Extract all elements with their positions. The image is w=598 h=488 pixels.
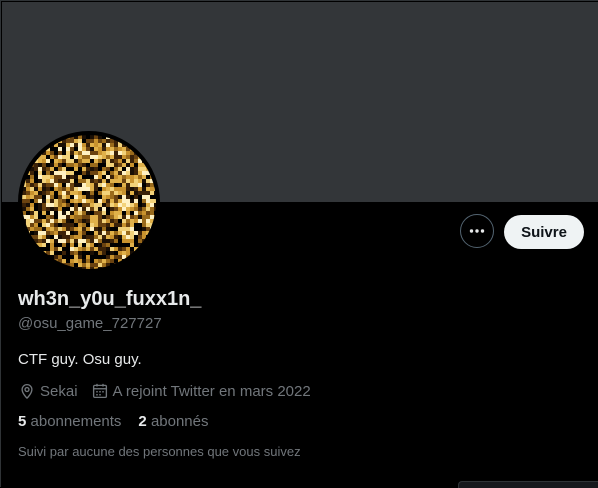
followers-count: 2 <box>138 413 147 430</box>
followers-link[interactable]: 2 abonnés <box>138 413 208 430</box>
location-pin-icon <box>21 384 33 399</box>
followed-by-text: Suivi par aucune des personnes que vous … <box>18 444 301 459</box>
profile-meta: Sekai A rejoint Twitter en mars 2022 <box>18 381 324 401</box>
followers-label: abonnés <box>150 413 209 430</box>
following-label: abonnements <box>30 413 122 430</box>
joined-item: A rejoint Twitter en mars 2022 <box>91 382 311 400</box>
profile-page: Suivre wh3n_y0u_fuxx1n_ @osu_game_727727… <box>0 0 598 488</box>
user-handle: @osu_game_727727 <box>18 315 162 332</box>
profile-bio: CTF guy. Osu guy. <box>18 351 142 368</box>
more-options-button[interactable] <box>460 214 494 248</box>
location-item: Sekai <box>18 382 78 400</box>
avatar-image <box>22 135 156 269</box>
following-link[interactable]: 5 abonnements <box>18 413 121 430</box>
following-count: 5 <box>18 413 27 430</box>
calendar-icon <box>92 383 107 399</box>
location-text: Sekai <box>40 382 78 400</box>
avatar[interactable] <box>18 131 160 273</box>
follow-button[interactable]: Suivre <box>504 215 584 249</box>
more-horizontal-icon <box>469 229 485 233</box>
display-name: wh3n_y0u_fuxx1n_ <box>18 288 202 310</box>
joined-text: A rejoint Twitter en mars 2022 <box>112 382 311 400</box>
follow-counts: 5 abonnements 2 abonnés <box>18 413 226 430</box>
